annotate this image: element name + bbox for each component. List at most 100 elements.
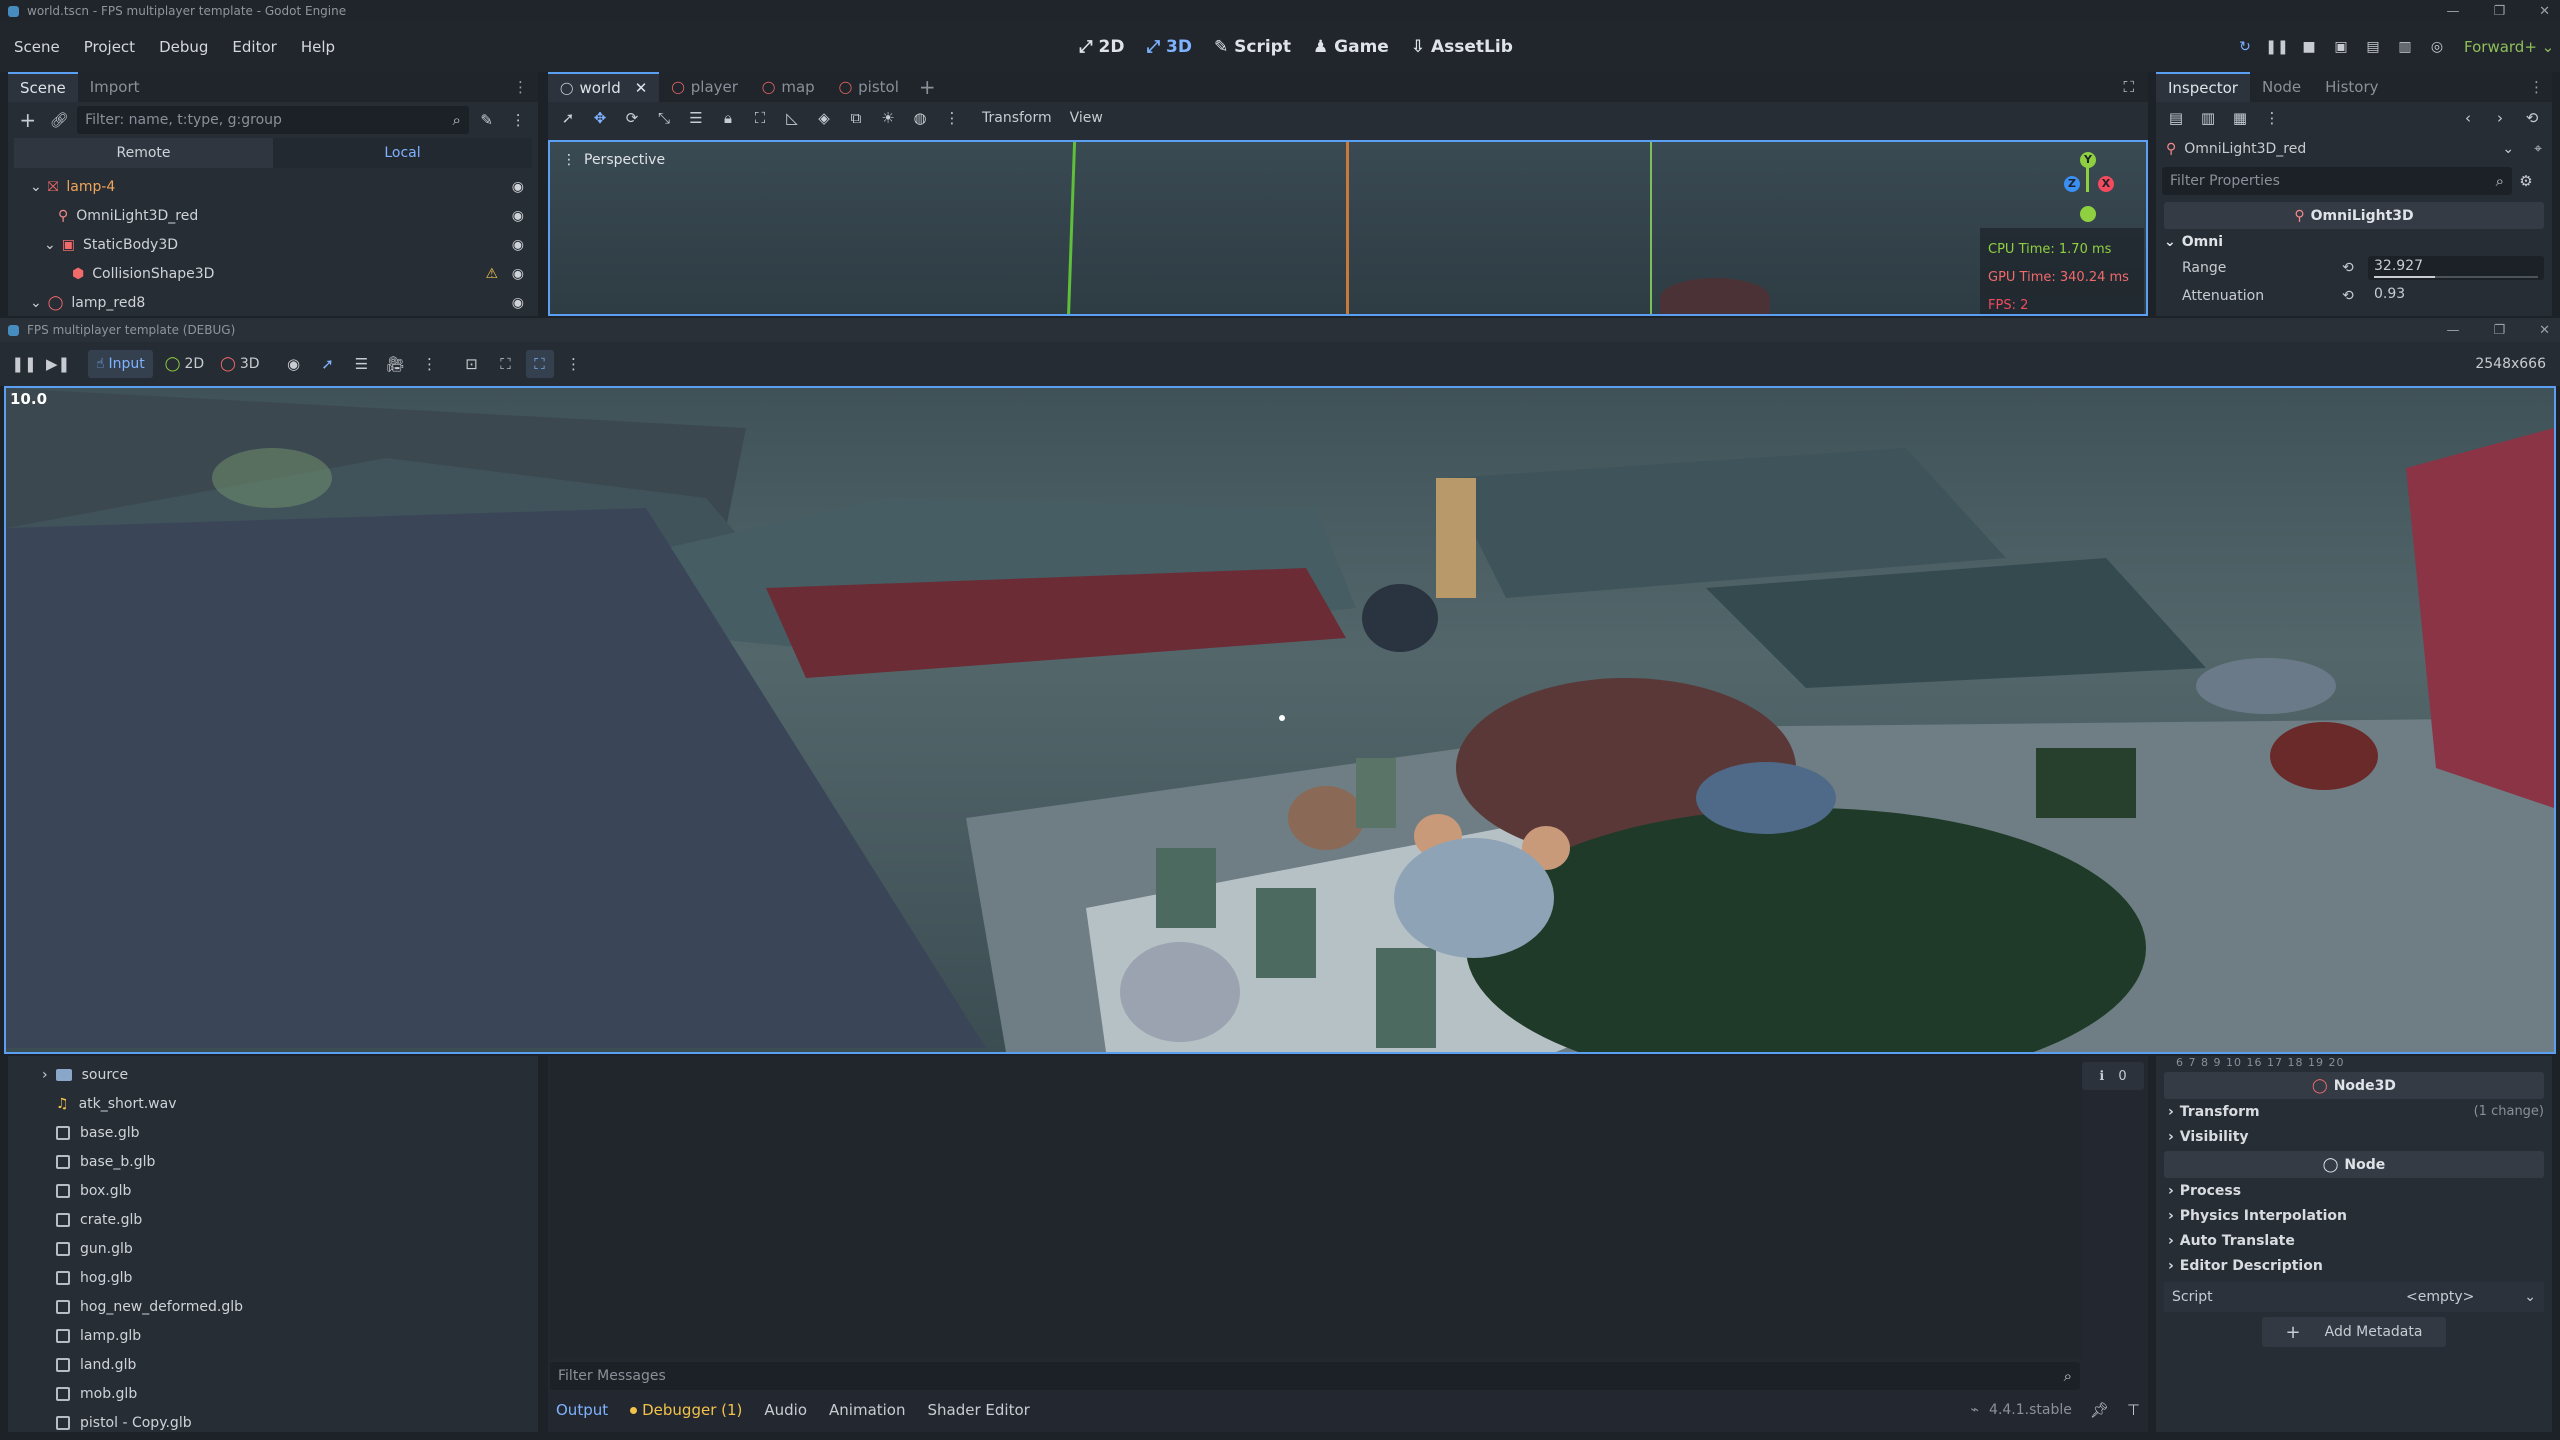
dock-menu-icon[interactable]: ⋮ (513, 78, 528, 96)
script-value-picker[interactable]: <empty> (2406, 1289, 2474, 1305)
stop-icon[interactable]: ■ (2294, 32, 2324, 62)
tab-shader-editor[interactable]: Shader Editor (928, 1401, 1030, 1419)
filesystem-item[interactable]: crate.glb (8, 1205, 538, 1234)
ruler-icon[interactable]: ◺ (778, 104, 806, 132)
tab-animation[interactable]: Animation (829, 1401, 905, 1419)
message-count-badge[interactable]: ℹ 0 (2082, 1062, 2144, 1090)
expand-panel-icon[interactable]: ⊤ (2127, 1401, 2140, 1419)
select-mode-icon[interactable]: ➚ (314, 350, 342, 378)
layer-grid[interactable]: 6 7 8 9 10 16 17 18 19 20 (2164, 1056, 2544, 1070)
add-metadata-button[interactable]: + Add Metadata (2261, 1317, 2447, 1347)
filesystem-item[interactable]: lamp.glb (8, 1321, 538, 1350)
filesystem-item[interactable]: ♫ atk_short.wav (8, 1089, 538, 1118)
sun-preview-icon[interactable]: ☀ (874, 104, 902, 132)
section-physics-interpolation[interactable]: › Physics Interpolation (2164, 1203, 2544, 1228)
transform-menu[interactable]: Transform (982, 110, 1052, 126)
remote-tab-button[interactable]: Remote (14, 138, 273, 168)
viewport-menu-button[interactable]: ⋮ Perspective (562, 152, 665, 168)
filesystem-item[interactable]: base_b.glb (8, 1147, 538, 1176)
menu-help[interactable]: Help (301, 38, 335, 56)
scene-tree-item[interactable]: ⬢ CollisionShape3D ⚠ ◉ (8, 259, 538, 288)
warning-icon[interactable]: ⚠ (485, 266, 498, 282)
view-menu[interactable]: View (1070, 110, 1103, 126)
section-transform[interactable]: › Transform (1 change) (2164, 1099, 2544, 1124)
filesystem-item[interactable]: › source (8, 1060, 538, 1089)
gizmo-x-axis[interactable]: X (2098, 176, 2114, 192)
toolbar-more-icon[interactable]: ⋮ (938, 104, 966, 132)
remote-debug-icon[interactable]: ▣ (2326, 32, 2356, 62)
scale-tool-icon[interactable]: ⤡ (650, 104, 678, 132)
group-icon[interactable]: ⛶ (746, 104, 774, 132)
move-tool-icon[interactable]: ✥ (586, 104, 614, 132)
minimize-icon[interactable]: — (2446, 4, 2459, 19)
add-node-icon[interactable]: + (14, 106, 42, 134)
gizmo-y-axis[interactable]: Y (2080, 152, 2096, 168)
chevron-down-icon[interactable]: ⌄ (30, 295, 42, 311)
movie-maker-icon[interactable]: ◎ (2422, 32, 2452, 62)
open-resource-icon[interactable]: ▥ (2194, 104, 2222, 132)
maximize-icon[interactable]: ❐ (2493, 323, 2505, 338)
lock-icon[interactable]: 🔒︎ (714, 104, 742, 132)
close-window-icon[interactable]: ✕ (2539, 323, 2550, 338)
history-forward-icon[interactable]: › (2486, 104, 2514, 132)
section-editor-description[interactable]: › Editor Description (2164, 1253, 2544, 1278)
distraction-free-icon[interactable]: ⛶ (2123, 78, 2134, 96)
mode-assetlib-button[interactable]: ⇩ AssetLib (1411, 37, 1513, 57)
tab-debugger[interactable]: Debugger (1) (630, 1401, 742, 1419)
menu-scene[interactable]: Scene (14, 38, 60, 56)
editor-tab-3[interactable]: ◯ pistol (827, 72, 911, 102)
filter-properties-input[interactable]: Filter Properties ⌕ (2162, 167, 2512, 195)
section-auto-translate[interactable]: › Auto Translate (2164, 1228, 2544, 1253)
close-tab-icon[interactable]: ✕ (635, 79, 648, 97)
scene-tree-item[interactable]: ⌄ ◯ lamp_red8 ◉ (8, 288, 538, 317)
editor-3d-viewport[interactable]: ⋮ Perspective Y X Z CPU Time: 1.70 ms GP… (548, 140, 2148, 316)
maximize-icon[interactable]: ❐ (2493, 4, 2505, 19)
keep-aspect-icon[interactable]: ⛶ (492, 350, 520, 378)
visibility-toggle-icon[interactable]: ◉ (512, 179, 524, 195)
select-tool-icon[interactable]: ➚ (554, 104, 582, 132)
run-current-scene-icon[interactable]: ▤ (2358, 32, 2388, 62)
embed-options-icon[interactable]: ⋮ (560, 350, 588, 378)
tab-history[interactable]: History (2313, 72, 2390, 102)
reload-icon[interactable]: ↻ (2230, 32, 2260, 62)
close-window-icon[interactable]: ✕ (2539, 4, 2550, 19)
pause-icon[interactable]: ❚❚ (2262, 32, 2292, 62)
node-tools-icon[interactable]: ⌖ (2534, 141, 2542, 157)
chevron-down-icon[interactable]: ⌄ (2524, 1289, 2536, 1305)
revert-icon[interactable]: ⟲ (2342, 260, 2368, 276)
link-icon[interactable]: 🔗︎ (46, 106, 74, 134)
tab-inspector[interactable]: Inspector (2156, 72, 2250, 102)
tab-import[interactable]: Import (78, 72, 152, 102)
list-select-icon[interactable]: ☰ (348, 350, 376, 378)
new-resource-icon[interactable]: ▤ (2162, 104, 2190, 132)
filesystem-item[interactable]: mob.glb (8, 1379, 538, 1408)
editor-tab-2[interactable]: ◯ map (750, 72, 827, 102)
chevron-down-icon[interactable]: ⌄ (30, 179, 42, 195)
scene-filter-input[interactable]: Filter: name, t:type, g:group ⌕ (77, 106, 469, 134)
view-gizmo[interactable]: Y X Z (2064, 152, 2114, 232)
tab-node[interactable]: Node (2250, 72, 2313, 102)
menu-debug[interactable]: Debug (159, 38, 208, 56)
visibility-toggle-icon[interactable]: ◉ (512, 266, 524, 282)
pin-icon[interactable]: 📌︎ (2090, 1401, 2109, 1419)
visibility-toggle-icon[interactable]: ◉ (512, 237, 524, 253)
game-2d-button[interactable]: ◯ 2D (165, 356, 204, 372)
input-toggle-button[interactable]: ☝ Input (88, 350, 153, 378)
game-viewport[interactable]: 10.0 (4, 386, 2556, 1054)
visibility-icon[interactable]: ◉ (280, 350, 308, 378)
mode-2d-button[interactable]: ⤢ 2D (1079, 37, 1124, 57)
stretch-icon[interactable]: ⛶ (525, 350, 554, 378)
attenuation-value-field[interactable]: 0.93 (2368, 284, 2544, 308)
property-tools-icon[interactable]: ⚙ (2512, 167, 2540, 195)
renderer-dropdown[interactable]: Forward+ ⌄ (2464, 38, 2554, 56)
filesystem-item[interactable]: land.glb (8, 1350, 538, 1379)
next-frame-icon[interactable]: ▶❚ (44, 350, 72, 378)
rotate-tool-icon[interactable]: ⟳ (618, 104, 646, 132)
run-custom-scene-icon[interactable]: ▥ (2390, 32, 2420, 62)
range-value-slider[interactable]: 32.927 (2368, 256, 2544, 280)
menu-project[interactable]: Project (84, 38, 135, 56)
scene-menu-icon[interactable]: ⋮ (504, 106, 532, 134)
filesystem-item[interactable]: pistol - Copy.glb (8, 1408, 538, 1437)
chevron-down-icon[interactable]: ⌄ (44, 237, 56, 253)
visibility-toggle-icon[interactable]: ◉ (512, 295, 524, 311)
